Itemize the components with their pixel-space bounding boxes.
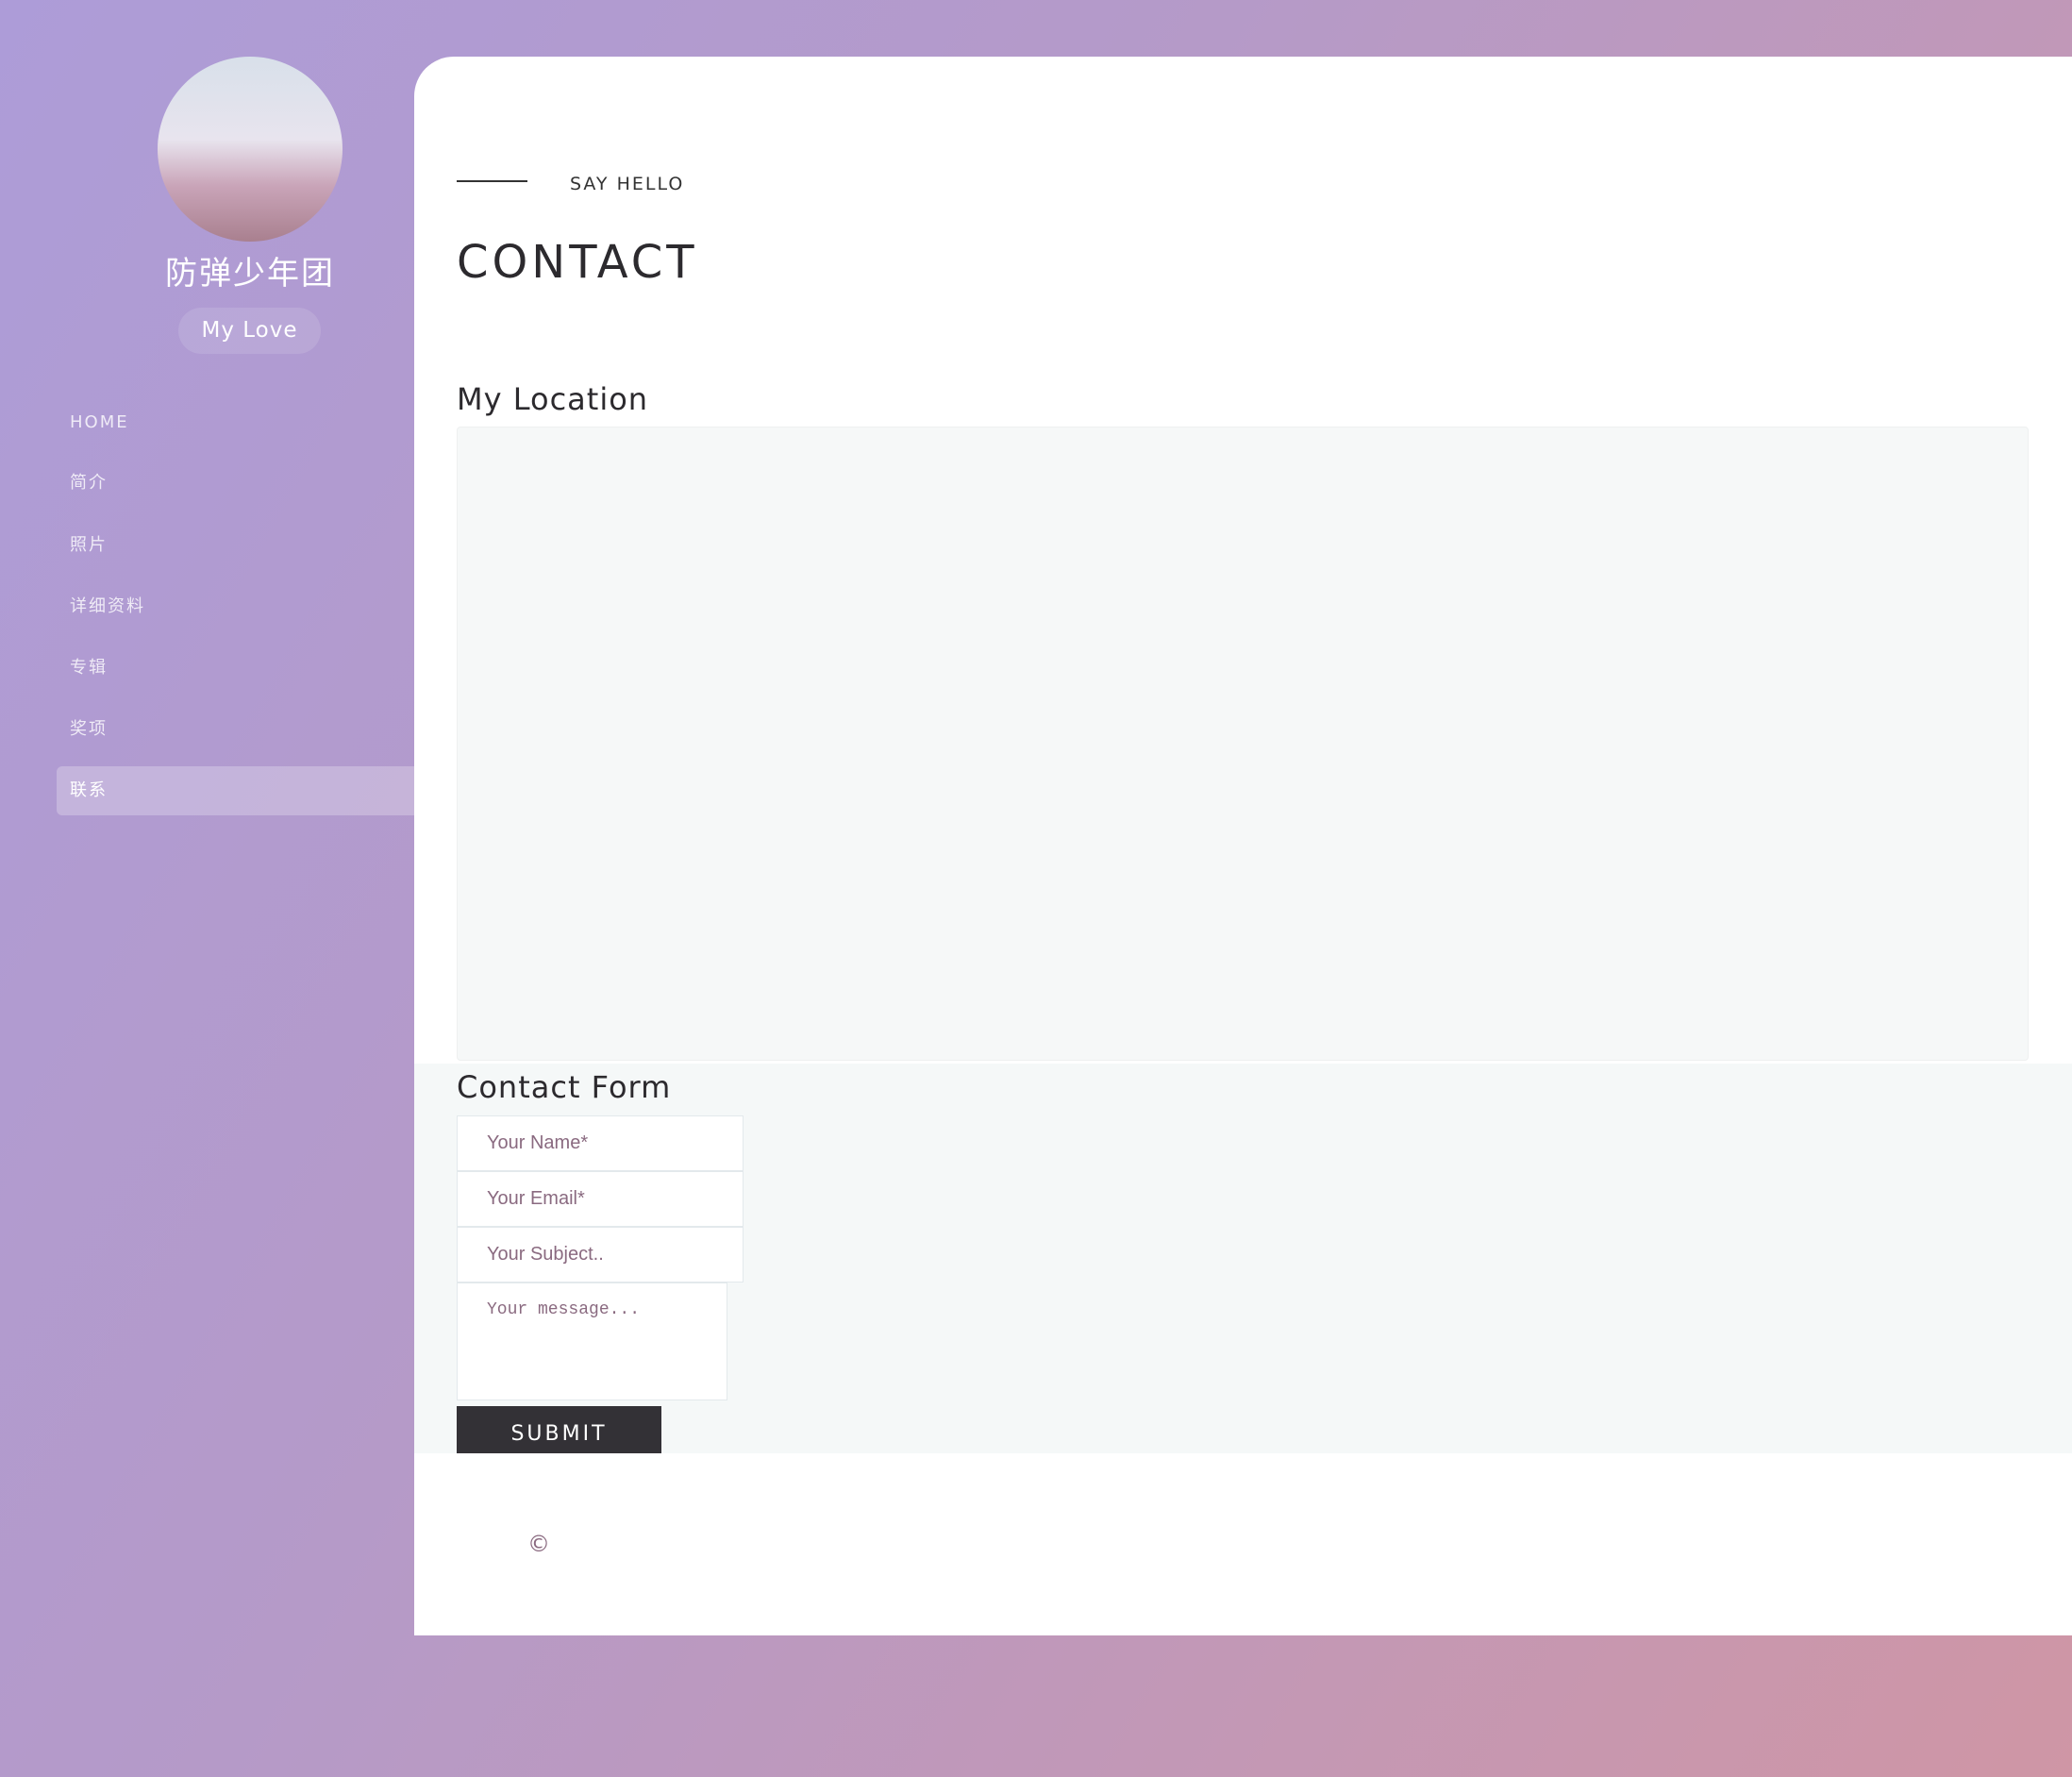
nav-contact[interactable]: 联系	[57, 766, 414, 815]
submit-button[interactable]: SUBMIT	[457, 1406, 661, 1453]
sidebar: 防弹少年团 My Love HOME 简介 照片 详细资料 专辑 奖项 联系	[0, 0, 414, 1635]
subject-input[interactable]: Your Subject..	[457, 1227, 744, 1282]
message-textarea[interactable]: Your message...	[457, 1282, 727, 1400]
page-title: CONTACT	[457, 236, 698, 289]
nav-photos[interactable]: 照片	[57, 521, 414, 570]
copyright-text: ©	[527, 1531, 550, 1557]
nav-awards[interactable]: 奖项	[57, 705, 414, 754]
nav-intro[interactable]: 简介	[57, 459, 414, 508]
avatar	[158, 57, 343, 242]
nav-home[interactable]: HOME	[57, 398, 414, 447]
main-panel: SAY HELLO CONTACT My Location Contact Fo…	[414, 57, 2072, 1635]
name-input[interactable]: Your Name*	[457, 1115, 744, 1171]
email-input[interactable]: Your Email*	[457, 1171, 744, 1227]
nav-albums[interactable]: 专辑	[57, 644, 414, 693]
location-heading: My Location	[457, 381, 649, 417]
location-map[interactable]	[457, 427, 2029, 1061]
divider	[457, 180, 527, 182]
eyebrow-text: SAY HELLO	[570, 174, 685, 194]
form-heading: Contact Form	[457, 1069, 672, 1105]
nav-details[interactable]: 详细资料	[57, 582, 414, 631]
tagline-badge: My Love	[178, 308, 321, 354]
